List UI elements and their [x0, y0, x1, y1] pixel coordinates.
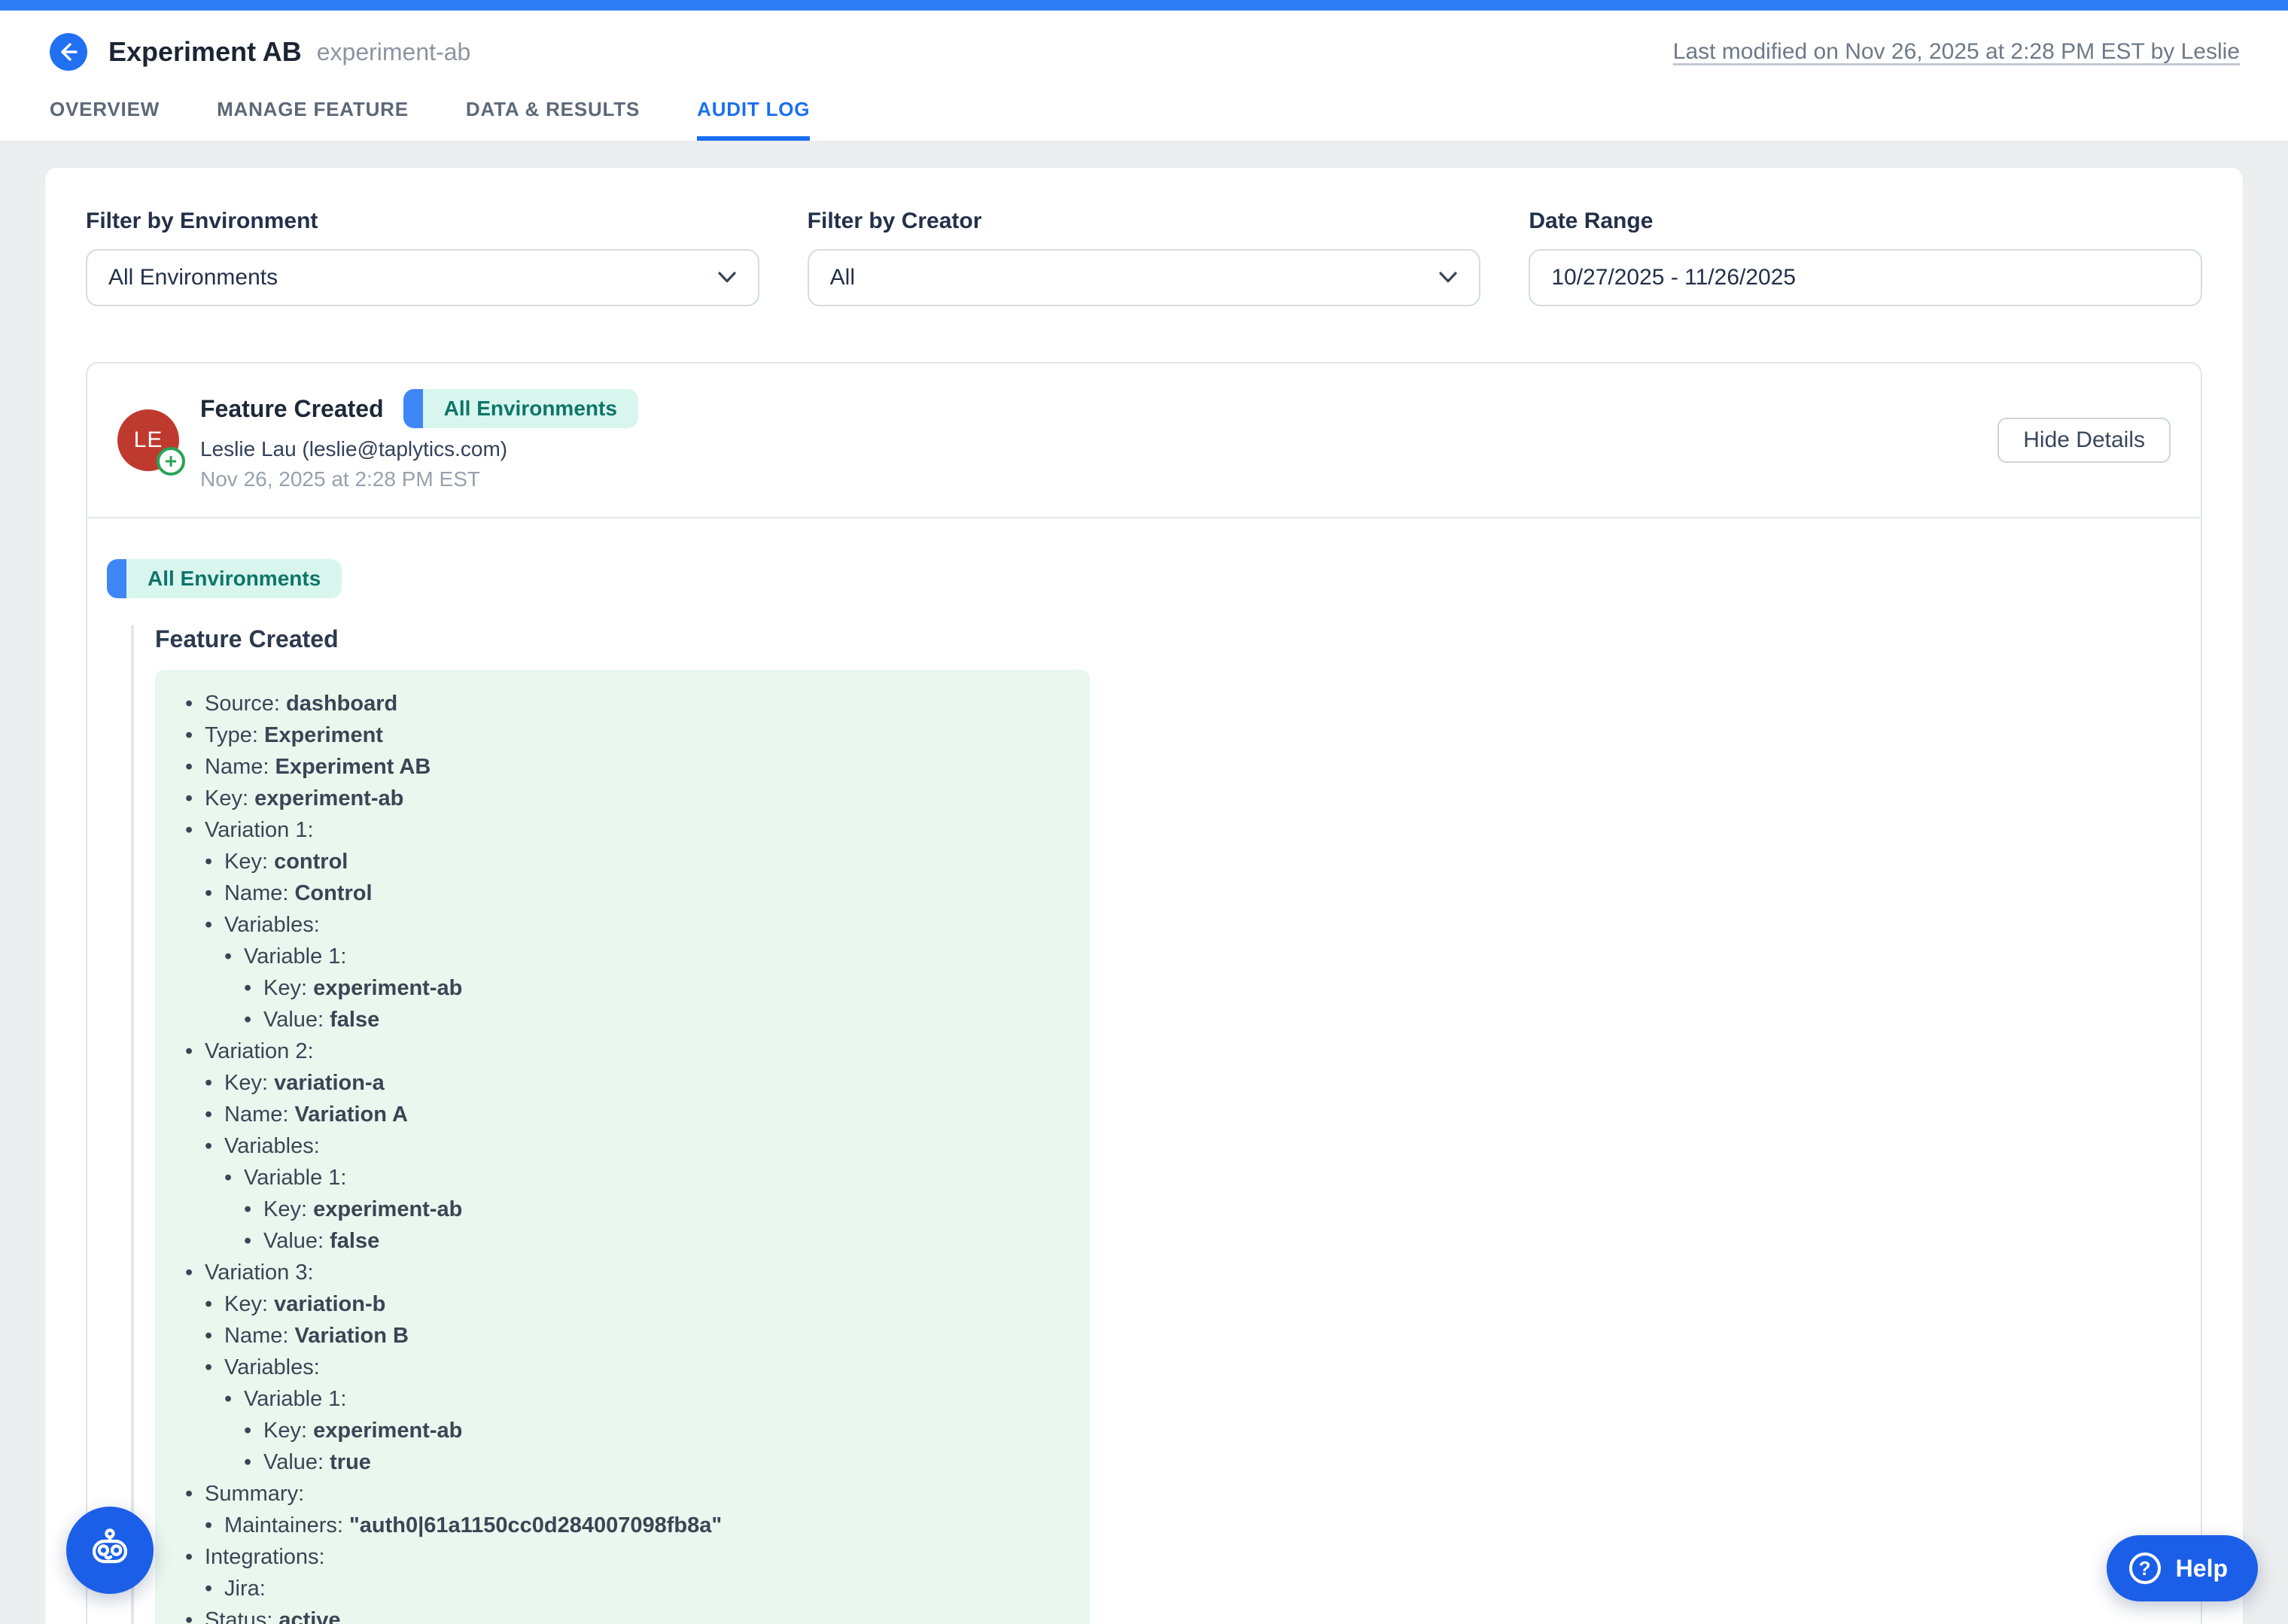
audit-detail-list: Source: dashboardType: ExperimentName: E… — [155, 670, 1090, 1624]
tab-audit-log[interactable]: AUDIT LOG — [697, 98, 810, 141]
detail-heading: Feature Created — [155, 625, 2171, 653]
audit-detail-item: Key: experiment-ab — [155, 783, 1066, 814]
detail-environment-badge: All Environments — [107, 559, 342, 598]
plus-icon: + — [157, 447, 185, 476]
audit-detail-item: Value: true — [155, 1446, 1066, 1478]
help-button[interactable]: ? Help — [2107, 1535, 2258, 1601]
creator-filter-label: Filter by Creator — [808, 208, 1481, 234]
audit-detail-item: Name: Variation A — [155, 1099, 1066, 1130]
detail-environment-badge-accent — [107, 559, 126, 598]
audit-detail-item: Key: variation-a — [155, 1067, 1066, 1099]
audit-detail-item: Summary: — [155, 1478, 1066, 1510]
assistant-robot-button[interactable] — [66, 1507, 154, 1594]
audit-detail-item: Value: false — [155, 1004, 1066, 1036]
audit-detail-item: Value: false — [155, 1225, 1066, 1257]
audit-log-entry: LE + Feature Created All Environments Le… — [86, 362, 2202, 1624]
audit-detail-item: Key: control — [155, 846, 1066, 877]
chevron-down-icon — [1438, 271, 1458, 284]
audit-detail-item: Variable 1: — [155, 1162, 1066, 1194]
creator-filter-select[interactable]: All — [808, 249, 1481, 306]
audit-detail-item: Variable 1: — [155, 941, 1066, 972]
audit-detail-item: Variables: — [155, 909, 1066, 941]
tab-manage-feature[interactable]: MANAGE FEATURE — [217, 98, 409, 141]
audit-detail-item: Key: variation-b — [155, 1288, 1066, 1320]
audit-detail-item: Jira: — [155, 1573, 1066, 1604]
environment-filter-value: All Environments — [108, 265, 278, 290]
audit-detail-item: Name: Experiment AB — [155, 751, 1066, 783]
date-range-input[interactable]: 10/27/2025 - 11/26/2025 — [1529, 249, 2202, 306]
tab-overview[interactable]: OVERVIEW — [50, 98, 160, 141]
chevron-down-icon — [717, 271, 737, 284]
page-title: Experiment AB — [108, 36, 302, 68]
environment-badge: All Environments — [403, 389, 638, 428]
audit-detail-item: Name: Control — [155, 877, 1066, 909]
audit-detail-item: Source: dashboard — [155, 688, 1066, 719]
detail-environment-badge-label: All Environments — [126, 559, 342, 598]
avatar: LE + — [117, 409, 179, 471]
audit-entry-header: LE + Feature Created All Environments Le… — [87, 363, 2201, 517]
environment-filter-select[interactable]: All Environments — [86, 249, 759, 306]
audit-detail-item: Variables: — [155, 1130, 1066, 1162]
page-subtitle: experiment-ab — [317, 38, 471, 66]
detail-block: Feature Created Source: dashboardType: E… — [131, 625, 2171, 1624]
environment-filter: Filter by Environment All Environments — [86, 208, 759, 306]
audit-detail-item: Integrations: — [155, 1541, 1066, 1573]
audit-detail-item: Key: experiment-ab — [155, 1415, 1066, 1446]
page-background: Filter by Environment All Environments F… — [0, 141, 2288, 1624]
filters-row: Filter by Environment All Environments F… — [86, 208, 2202, 306]
audit-detail-item: Name: Variation B — [155, 1320, 1066, 1352]
creator-filter-value: All — [830, 265, 855, 290]
robot-icon — [86, 1526, 134, 1574]
audit-entry-details: All Environments Feature Created Source:… — [87, 519, 2201, 1624]
audit-entry-timestamp: Nov 26, 2025 at 2:28 PM EST — [200, 467, 638, 491]
content-card: Filter by Environment All Environments F… — [45, 168, 2243, 1624]
app-header: Experiment AB experiment-ab Last modifie… — [0, 11, 2288, 141]
back-button[interactable] — [50, 33, 87, 71]
date-range-filter: Date Range 10/27/2025 - 11/26/2025 — [1529, 208, 2202, 306]
audit-detail-item: Key: experiment-ab — [155, 1194, 1066, 1225]
date-range-value: 10/27/2025 - 11/26/2025 — [1551, 265, 1796, 290]
question-mark-icon: ? — [2129, 1553, 2161, 1584]
audit-detail-item: Key: experiment-ab — [155, 972, 1066, 1004]
hide-details-button[interactable]: Hide Details — [1997, 418, 2171, 463]
audit-detail-item: Variation 1: — [155, 814, 1066, 846]
audit-detail-item: Variation 2: — [155, 1036, 1066, 1067]
arrow-left-icon — [59, 42, 78, 62]
environment-filter-label: Filter by Environment — [86, 208, 759, 234]
audit-detail-item: Maintainers: "auth0|61a1150cc0d284007098… — [155, 1510, 1066, 1541]
tab-data-results[interactable]: DATA & RESULTS — [466, 98, 640, 141]
audit-entry-title: Feature Created — [200, 395, 384, 423]
top-accent-bar — [0, 0, 2288, 11]
tabs: OVERVIEW MANAGE FEATURE DATA & RESULTS AUDI… — [0, 98, 2288, 141]
audit-detail-item: Variables: — [155, 1352, 1066, 1383]
environment-badge-accent — [403, 389, 423, 428]
audit-detail-item: Variation 3: — [155, 1257, 1066, 1288]
last-modified-link[interactable]: Last modified on Nov 26, 2025 at 2:28 PM… — [1673, 39, 2240, 65]
creator-filter: Filter by Creator All — [808, 208, 1481, 306]
audit-detail-item: Variable 1: — [155, 1383, 1066, 1415]
date-range-label: Date Range — [1529, 208, 2202, 234]
audit-entry-info: Feature Created All Environments Leslie … — [200, 389, 638, 491]
help-button-label: Help — [2176, 1555, 2228, 1583]
audit-detail-item: Type: Experiment — [155, 719, 1066, 751]
audit-entry-author: Leslie Lau (leslie@taplytics.com) — [200, 437, 638, 461]
environment-badge-label: All Environments — [423, 389, 638, 428]
audit-detail-item: Status: active — [155, 1604, 1066, 1624]
